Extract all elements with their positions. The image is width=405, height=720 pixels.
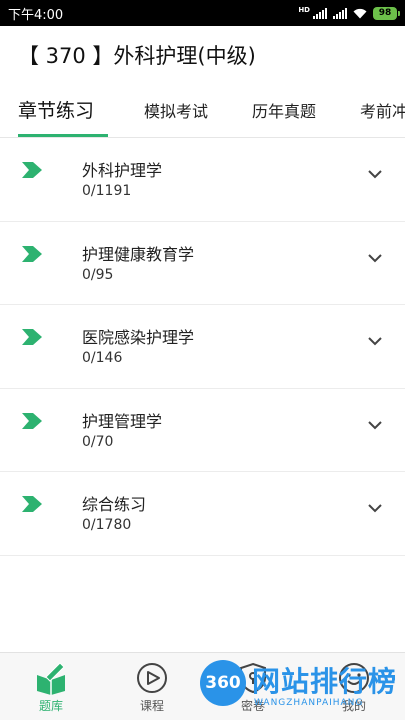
chapter-progress: 0/146 — [82, 350, 123, 366]
nav-label: 我的 — [341, 699, 366, 713]
chevron-down-icon[interactable] — [367, 419, 383, 431]
tab-bar: 章节练习 模拟考试 历年真题 考前冲 — [0, 90, 405, 138]
network-type-label: HD — [298, 5, 310, 14]
chevron-down-icon[interactable] — [367, 252, 383, 264]
chapter-progress: 0/1191 — [82, 183, 132, 199]
nav-question-bank[interactable]: 题库 — [16, 661, 86, 714]
chevron-marker-icon — [22, 245, 42, 262]
battery-icon: 98 — [373, 6, 400, 20]
bottom-nav: 题库 课程 密卷 我的 — [0, 652, 405, 720]
chapter-row[interactable]: 护理健康教育学 0/95 — [0, 222, 405, 305]
chevron-marker-icon — [22, 496, 42, 512]
nav-profile[interactable]: 我的 — [319, 661, 389, 714]
chevron-marker-icon — [22, 412, 42, 429]
signal-icon — [313, 7, 327, 19]
nav-label: 密卷 — [240, 699, 265, 713]
chevron-marker-icon — [22, 162, 42, 178]
tab-chapter-practice[interactable]: 章节练习 — [18, 96, 94, 123]
chevron-down-icon[interactable] — [367, 168, 383, 180]
nav-courses[interactable]: 课程 — [117, 661, 187, 714]
status-time: 下午4:00 — [8, 7, 64, 23]
signal-icon-secondary — [333, 7, 347, 19]
chapter-row[interactable]: 综合练习 0/1780 — [0, 472, 405, 556]
wifi-icon — [353, 8, 367, 18]
status-icons: HD 98 — [298, 5, 400, 20]
active-tab-indicator — [18, 134, 108, 137]
status-bar: 下午4:00 HD 98 — [0, 0, 405, 26]
chapter-name: 医院感染护理学 — [82, 328, 195, 347]
chevron-down-icon[interactable] — [367, 335, 383, 347]
chapter-row[interactable]: 护理管理学 0/70 — [0, 389, 405, 472]
chapter-list: 外科护理学 0/1191 护理健康教育学 0/95 医院感染护理学 0/146 … — [0, 138, 405, 556]
tab-past-papers[interactable]: 历年真题 — [252, 98, 316, 122]
chapter-name: 综合练习 — [82, 495, 147, 514]
nav-label: 题库 — [38, 699, 63, 713]
chapter-row[interactable]: 外科护理学 0/1191 — [0, 138, 405, 222]
chapter-name: 护理管理学 — [82, 411, 163, 431]
chapter-progress: 0/70 — [82, 433, 114, 450]
chapter-progress: 0/95 — [82, 266, 114, 283]
chapter-name: 外科护理学 — [82, 161, 163, 180]
nav-label: 课程 — [139, 699, 164, 713]
chapter-progress: 0/1780 — [82, 517, 132, 533]
book-pen-icon — [37, 662, 65, 695]
chapter-row[interactable]: 医院感染护理学 0/146 — [0, 305, 405, 389]
lock-icon — [240, 662, 266, 694]
nav-secret-papers[interactable]: 密卷 — [218, 661, 288, 714]
chevron-marker-icon — [22, 329, 42, 345]
tab-mock-exam[interactable]: 模拟考试 — [144, 98, 208, 122]
tab-pre-exam-sprint[interactable]: 考前冲 — [360, 98, 405, 122]
chevron-down-icon[interactable] — [367, 502, 383, 514]
chapter-name: 护理健康教育学 — [82, 244, 195, 264]
play-circle-icon — [137, 663, 167, 693]
smile-icon — [339, 663, 369, 693]
page-title: 【 370 】外科护理(中级) — [18, 44, 256, 68]
